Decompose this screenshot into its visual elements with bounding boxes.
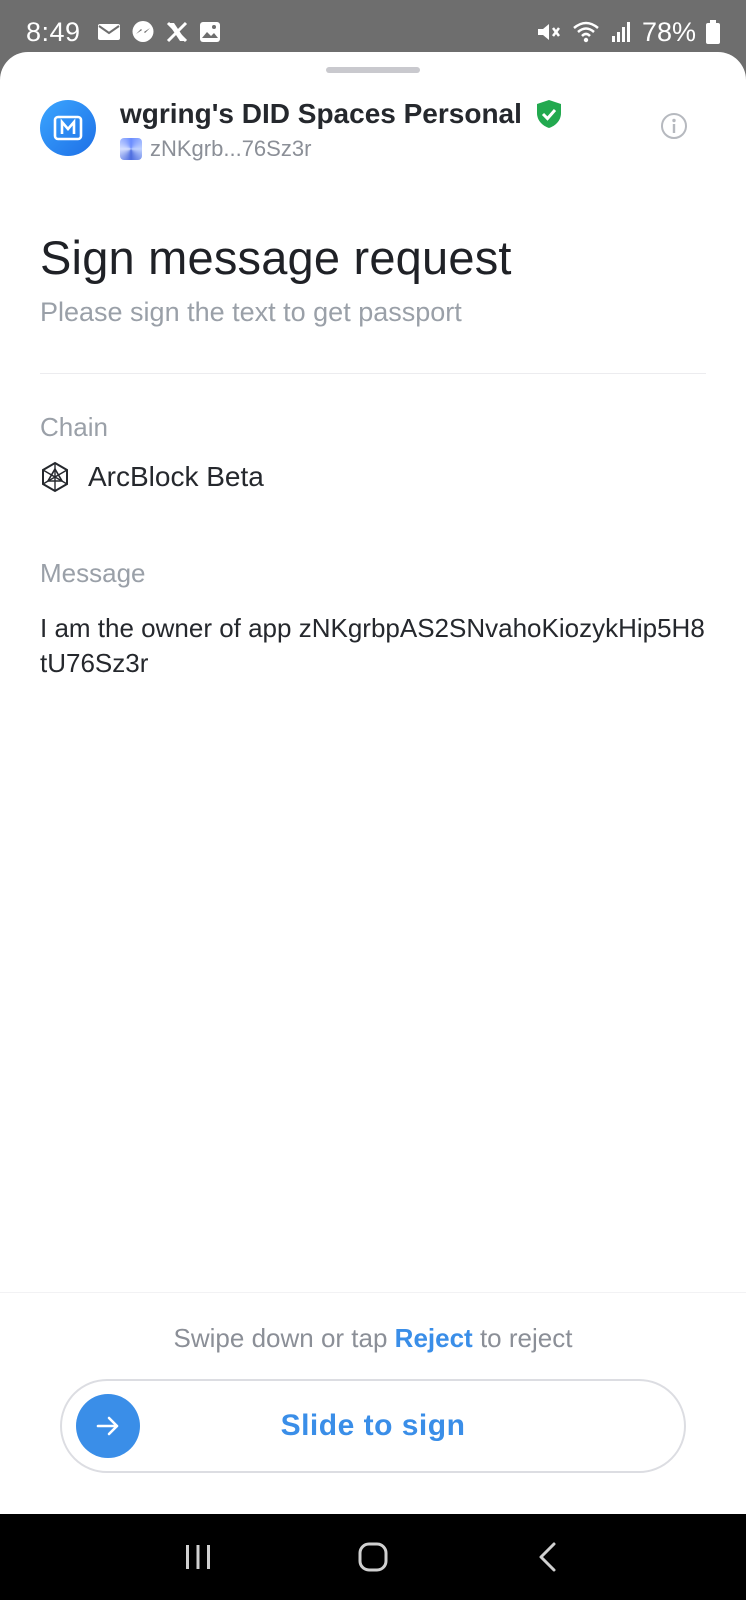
divider <box>40 373 706 374</box>
wifi-icon <box>572 21 600 43</box>
app-name: wgring's DID Spaces Personal <box>120 98 562 130</box>
status-right: 78% <box>536 17 720 48</box>
app-did-text: zNKgrb...76Sz3r <box>150 136 312 161</box>
gallery-icon <box>199 21 221 43</box>
recent-apps-icon <box>185 1545 210 1569</box>
reject-hint: Swipe down or tap Reject to reject <box>0 1323 746 1354</box>
slider-knob[interactable] <box>76 1394 140 1458</box>
did-avatar <box>120 138 142 160</box>
app-name-text: wgring's DID Spaces Personal <box>120 98 522 129</box>
reject-hint-suffix: to reject <box>479 1323 573 1353</box>
action-footer: Swipe down or tap Reject to reject Slide… <box>0 1292 746 1514</box>
reject-link[interactable]: Reject <box>395 1323 473 1353</box>
chain-row: ArcBlock Beta <box>40 461 706 493</box>
message-text: I am the owner of app zNKgrbpAS2SNvahoKi… <box>40 613 705 678</box>
message-label: Message <box>40 558 146 588</box>
status-time: 8:49 <box>26 16 81 47</box>
messenger-icon <box>131 20 155 44</box>
mute-icon <box>536 21 562 43</box>
status-left: 8:49 <box>26 17 221 48</box>
title-block: Sign message request Please sign the tex… <box>40 230 706 328</box>
recent-apps-button[interactable] <box>168 1527 228 1587</box>
reject-hint-prefix: Swipe down or tap <box>173 1323 388 1353</box>
home-button[interactable] <box>343 1527 403 1587</box>
arrow-right-icon <box>96 1416 119 1436</box>
slide-to-sign-label: Slide to sign <box>280 1409 466 1442</box>
verified-shield-icon <box>536 99 562 129</box>
home-icon <box>358 1542 388 1572</box>
app-header: wgring's DID Spaces Personal zNKgrb...76… <box>40 98 706 168</box>
slide-to-sign-slider[interactable]: Slide to sign <box>60 1379 686 1473</box>
chain-field: Chain ArcBlock Beta <box>40 412 706 493</box>
did-spaces-logo <box>40 100 96 156</box>
chain-label: Chain <box>40 412 108 442</box>
back-icon <box>539 1542 556 1572</box>
chain-value: ArcBlock Beta <box>88 461 264 492</box>
drag-handle[interactable] <box>326 67 420 73</box>
app-did: zNKgrb...76Sz3r <box>120 136 311 162</box>
arcblock-icon <box>40 461 70 493</box>
message-field: Message I am the owner of app zNKgrbpAS2… <box>40 558 706 681</box>
info-icon <box>661 113 687 139</box>
system-nav-bar <box>0 1514 746 1600</box>
page-title: Sign message request <box>40 231 512 284</box>
battery-icon <box>706 20 720 44</box>
back-button[interactable] <box>518 1527 578 1587</box>
battery-percentage: 78% <box>641 16 696 47</box>
mail-icon <box>97 23 121 41</box>
signal-icon <box>610 21 632 43</box>
x-icon <box>165 20 189 44</box>
info-button[interactable] <box>660 112 688 140</box>
page-subtitle: Please sign the text to get passport <box>40 297 462 327</box>
